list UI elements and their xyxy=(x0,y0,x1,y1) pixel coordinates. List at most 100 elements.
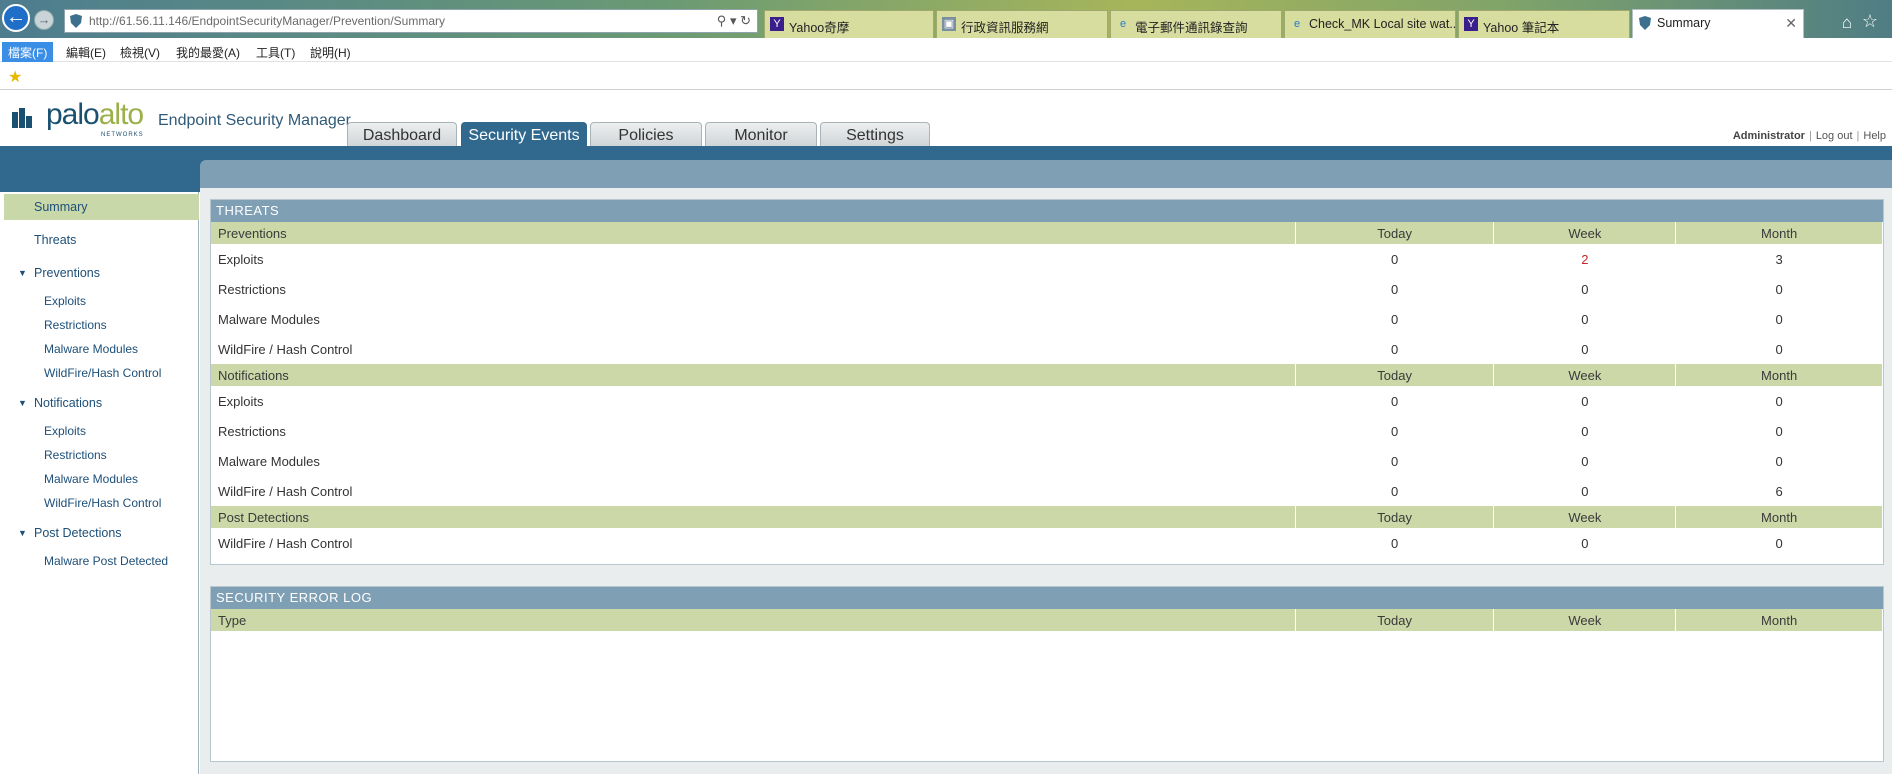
security-error-log-panel: SECURITY ERROR LOG Type Today Week Month xyxy=(210,586,1884,762)
table-row[interactable]: Exploits 0 2 3 xyxy=(211,244,1883,274)
cell-today: 0 xyxy=(1391,483,1399,499)
panel-title: THREATS xyxy=(211,200,1883,222)
address-tools[interactable]: ⚲ ▾ ↻ xyxy=(717,13,751,29)
sidebar-item-notif-wildfire[interactable]: WildFire/Hash Control xyxy=(4,490,199,516)
cell-month: 3 xyxy=(1775,251,1783,267)
tab-security-events[interactable]: Security Events xyxy=(461,122,587,147)
address-bar[interactable]: http://61.56.11.146/EndpointSecurityMana… xyxy=(64,9,758,33)
tab-dashboard[interactable]: Dashboard xyxy=(347,122,457,147)
expand-arrow-icon[interactable]: ▼ xyxy=(18,260,27,286)
threats-panel: THREATS Preventions Today Week Month Exp… xyxy=(210,199,1884,565)
sidebar-group-preventions[interactable]: ▼ Preventions xyxy=(4,260,199,286)
sidebar-item-prev-exploits[interactable]: Exploits xyxy=(4,288,199,314)
cell-today: 0 xyxy=(1391,453,1399,469)
add-favorite-icon[interactable]: ★ xyxy=(8,67,22,87)
column-header: Month xyxy=(1675,364,1883,386)
table-row[interactable]: WildFire / Hash Control 0 0 0 xyxy=(211,528,1883,558)
menu-favorites[interactable]: 我的最愛(A) xyxy=(170,42,246,63)
menu-file[interactable]: 檔案(F) xyxy=(2,42,54,63)
cell-week: 0 xyxy=(1581,483,1589,499)
column-header-month[interactable]: Month xyxy=(1675,609,1883,631)
column-header: Week xyxy=(1493,506,1677,528)
yahoo-icon: Y xyxy=(1464,17,1478,31)
column-header-today[interactable]: Today xyxy=(1295,609,1495,631)
favorites-star-icon[interactable]: ☆ xyxy=(1862,11,1878,32)
column-header: Week xyxy=(1493,364,1677,386)
dropdown-icon[interactable]: ▾ xyxy=(730,13,737,28)
row-label: Restrictions xyxy=(218,281,286,297)
search-icon[interactable]: ⚲ xyxy=(717,13,727,28)
cell-month: 6 xyxy=(1775,483,1783,499)
table-row[interactable]: Exploits 0 0 0 xyxy=(211,386,1883,416)
column-header: Month xyxy=(1675,506,1883,528)
logo-accent: alto xyxy=(98,98,144,131)
table-row[interactable]: Malware Modules 0 0 0 xyxy=(211,446,1883,476)
expand-arrow-icon[interactable]: ▼ xyxy=(18,390,27,416)
sidebar-item-notif-exploits[interactable]: Exploits xyxy=(4,418,199,444)
sidebar-item-threats[interactable]: Threats xyxy=(4,227,199,253)
favorites-bar: ★ xyxy=(0,62,1892,90)
cell-week-link[interactable]: 2 xyxy=(1494,244,1676,274)
table-row[interactable]: Restrictions 0 0 0 xyxy=(211,274,1883,304)
menu-help[interactable]: 說明(H) xyxy=(304,42,357,63)
browser-tab-active[interactable]: Summary ✕ xyxy=(1632,9,1804,39)
sidebar: Summary Threats ▼ Preventions Exploits Re… xyxy=(4,192,199,774)
browser-tab[interactable]: Y Yahoo 筆記本 xyxy=(1458,10,1630,38)
browser-tab[interactable]: ▣ 行政資訊服務網 xyxy=(936,10,1108,38)
back-arrow-icon[interactable]: ← xyxy=(2,4,30,32)
cell-month: 0 xyxy=(1775,281,1783,297)
sidebar-group-notifications[interactable]: ▼ Notifications xyxy=(4,390,199,416)
row-label: Exploits xyxy=(218,251,264,267)
row-label: Restrictions xyxy=(218,423,286,439)
sidebar-item-malware-post-detected[interactable]: Malware Post Detected xyxy=(4,548,199,574)
sidebar-item-summary[interactable]: Summary xyxy=(4,194,199,220)
browser-tab[interactable]: Y Yahoo奇摩 xyxy=(764,10,934,38)
browser-tab[interactable]: e Check_MK Local site wat... xyxy=(1284,10,1456,38)
cell-today: 0 xyxy=(1391,341,1399,357)
table-row[interactable]: Restrictions 0 0 0 xyxy=(211,416,1883,446)
cell-month: 0 xyxy=(1775,423,1783,439)
tab-settings[interactable]: Settings xyxy=(820,122,930,147)
column-header: Today xyxy=(1295,506,1495,528)
cell-today: 0 xyxy=(1391,393,1399,409)
cell-week: 0 xyxy=(1581,341,1589,357)
browser-tab[interactable]: e 電子郵件通訊錄查詢 xyxy=(1110,10,1282,38)
expand-arrow-icon[interactable]: ▼ xyxy=(18,520,27,546)
tab-monitor[interactable]: Monitor xyxy=(705,122,817,147)
column-header-week[interactable]: Week xyxy=(1493,609,1677,631)
column-header: Today xyxy=(1295,222,1495,244)
sidebar-group-post-detections[interactable]: ▼ Post Detections xyxy=(4,520,199,546)
sidebar-item-prev-restrictions[interactable]: Restrictions xyxy=(4,312,199,338)
cell-month: 0 xyxy=(1775,535,1783,551)
site-shield-icon xyxy=(70,14,82,28)
table-row[interactable]: WildFire / Hash Control 0 0 0 xyxy=(211,334,1883,364)
row-label: Malware Modules xyxy=(218,311,320,327)
sidebar-item-prev-wildfire[interactable]: WildFire/Hash Control xyxy=(4,360,199,386)
yahoo-icon: Y xyxy=(770,17,784,31)
sidebar-item-prev-malware-modules[interactable]: Malware Modules xyxy=(4,336,199,362)
menu-edit[interactable]: 編輯(E) xyxy=(60,42,112,63)
logo-main: palo xyxy=(46,98,100,131)
tab-policies[interactable]: Policies xyxy=(590,122,702,147)
forward-arrow-icon[interactable]: → xyxy=(34,10,54,30)
sidebar-item-notif-malware-modules[interactable]: Malware Modules xyxy=(4,466,199,492)
row-label: WildFire / Hash Control xyxy=(218,341,353,357)
threats-table: Preventions Today Week Month Exploits 0 … xyxy=(211,222,1883,558)
column-header-type[interactable]: Type xyxy=(211,609,1296,631)
cell-today: 0 xyxy=(1391,281,1399,297)
help-link[interactable]: Help xyxy=(1863,130,1886,142)
home-icon[interactable]: ⌂ xyxy=(1842,13,1852,33)
cell-month: 0 xyxy=(1775,393,1783,409)
cell-week: 0 xyxy=(1581,393,1589,409)
refresh-icon[interactable]: ↻ xyxy=(740,13,751,28)
error-log-table: Type Today Week Month xyxy=(211,609,1883,631)
menu-tools[interactable]: 工具(T) xyxy=(250,42,301,63)
menu-view[interactable]: 檢視(V) xyxy=(114,42,166,63)
group-label: Preventions xyxy=(34,266,101,280)
group-label: Post Detections xyxy=(34,526,122,540)
table-row[interactable]: WildFire / Hash Control 0 0 6 xyxy=(211,476,1883,506)
table-row[interactable]: Malware Modules 0 0 0 xyxy=(211,304,1883,334)
logout-link[interactable]: Log out xyxy=(1816,130,1853,142)
sidebar-item-notif-restrictions[interactable]: Restrictions xyxy=(4,442,199,468)
close-tab-icon[interactable]: ✕ xyxy=(1785,15,1797,32)
